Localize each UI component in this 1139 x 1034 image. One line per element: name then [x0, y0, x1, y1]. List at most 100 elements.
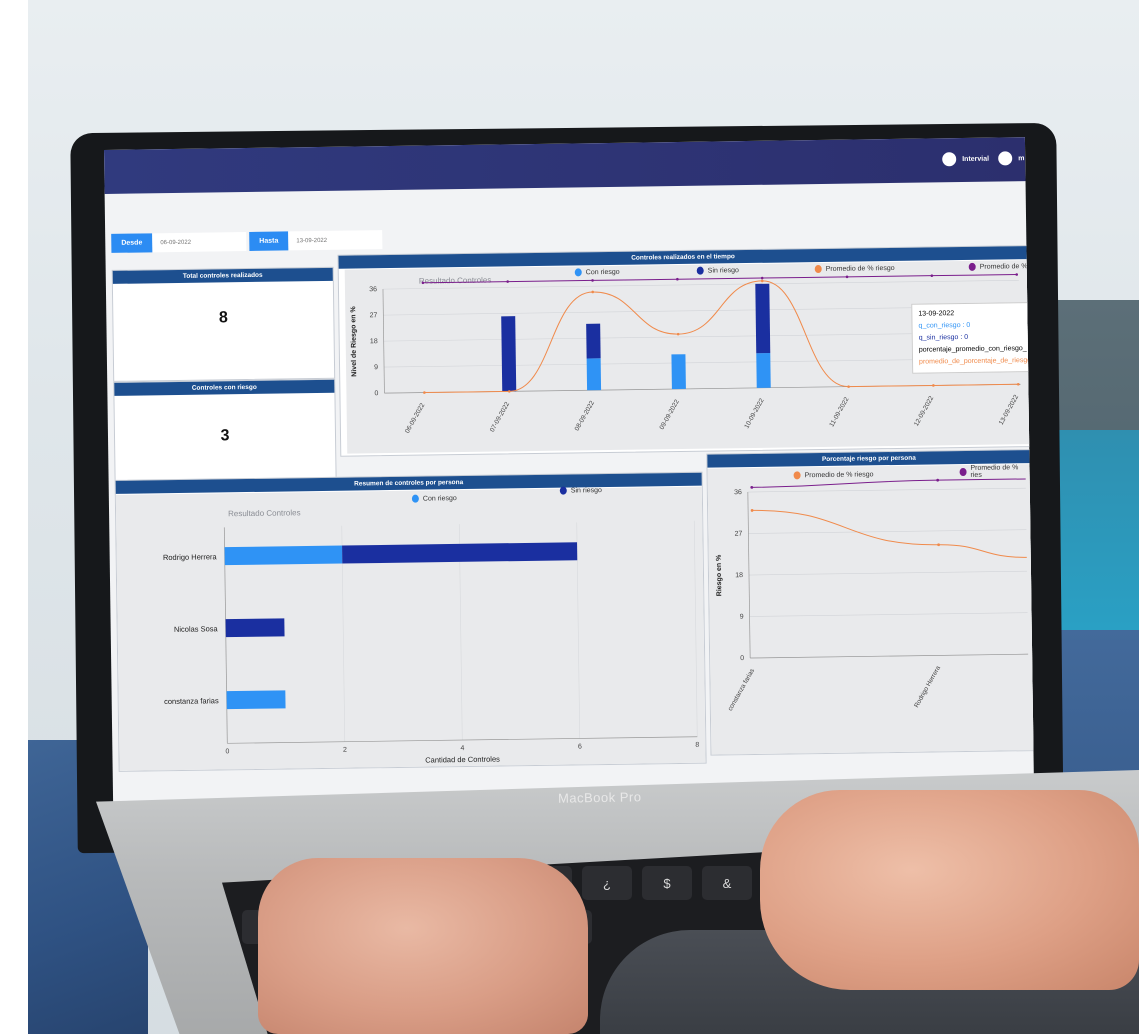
- line-point: [676, 277, 679, 281]
- x-tick-label: 09-09-2022: [658, 398, 681, 431]
- line-point: [930, 274, 934, 277]
- bar-1: [225, 618, 285, 638]
- grid-line: [748, 570, 1027, 576]
- line-point: [591, 290, 595, 294]
- x-tick-label: Rodrigo Herrera: [913, 665, 942, 709]
- y-tick-label: 18: [370, 338, 378, 345]
- line-point: [750, 509, 754, 512]
- x-tick-label: 10-09-2022: [743, 397, 766, 430]
- grid-line: [749, 612, 1028, 617]
- x-tick-label: 8: [695, 742, 699, 749]
- line-point: [750, 485, 754, 489]
- y-tick-label: 27: [369, 312, 377, 319]
- desde-label: Desde: [111, 233, 153, 253]
- y-axis-label: Nivel de Riesgo en %: [350, 306, 358, 377]
- bar-0: [756, 353, 771, 388]
- line-point: [421, 281, 425, 285]
- series-line-0: [752, 509, 1027, 558]
- bar-1: [501, 316, 517, 392]
- avatar: [998, 151, 1013, 166]
- x-tick-label: constanza farias: [727, 667, 757, 712]
- line-point: [591, 279, 594, 282]
- total-controls-card: Total controles realizados 8: [111, 266, 336, 382]
- line-point: [845, 275, 849, 279]
- tooltip-promedio: promedio_de_porcentaje_de_riesgo: [918, 357, 1032, 366]
- user-menu-intervial[interactable]: Intervial: [942, 152, 989, 167]
- y-tick-label: 36: [369, 286, 377, 293]
- bar-0: [226, 690, 286, 710]
- x-axis-label: Cantidad de Controles: [425, 755, 500, 765]
- line-point: [676, 332, 680, 336]
- bar-1: [342, 542, 578, 564]
- desde-input[interactable]: 06-09-2022: [152, 232, 247, 253]
- y-tick-label: 18: [735, 572, 743, 579]
- y-tick-label: 9: [374, 364, 378, 371]
- grid-line: [748, 529, 1027, 534]
- total-controls-value: 8: [218, 309, 228, 327]
- line-point: [760, 276, 764, 280]
- bar-0: [671, 354, 686, 390]
- left-margin: [0, 0, 28, 1034]
- line-point: [423, 391, 426, 394]
- line-point: [937, 543, 940, 547]
- line-point: [1015, 273, 1019, 276]
- y-tick-label: 0: [740, 655, 744, 662]
- line-point: [760, 279, 764, 283]
- bar-0: [224, 545, 343, 566]
- x-tick-label: 06-09-2022: [404, 402, 427, 435]
- hasta-label: Hasta: [249, 231, 289, 251]
- y-category-label: constanza farias: [164, 696, 219, 706]
- x-tick-label: 11-09-2022: [828, 396, 850, 428]
- line-point: [506, 280, 510, 283]
- line-point: [932, 384, 935, 387]
- y-category-label: Rodrigo Herrera: [163, 552, 218, 562]
- card-title: Controles con riesgo: [114, 379, 335, 396]
- bar-0: [586, 358, 602, 391]
- line-point: [847, 385, 850, 388]
- avatar: [942, 152, 957, 167]
- series-line-1: [751, 478, 1026, 488]
- line-point: [936, 478, 940, 482]
- key: &: [702, 866, 752, 900]
- risk-person-card: Porcentaje riesgo por persona Promedio d…: [706, 449, 1035, 756]
- x-tick-label: 6: [578, 743, 582, 750]
- grid-line: [576, 522, 581, 739]
- y-category-label: Nicolas Sosa: [174, 624, 219, 634]
- right-hand: [760, 790, 1139, 990]
- y-tick-label: 27: [735, 531, 743, 538]
- bar-1: [586, 323, 601, 359]
- grid-line: [747, 487, 1026, 493]
- y-tick-label: 0: [374, 390, 378, 397]
- user-menu-second[interactable]: m: [998, 151, 1025, 166]
- x-tick-label: 08-09-2022: [574, 399, 597, 432]
- key: ¿: [582, 866, 632, 900]
- chart3-svg: Riesgo en % 0 9 18 27 36 constanza farias Rodri…: [716, 478, 1029, 712]
- cushion: [1052, 430, 1139, 630]
- chart2-svg: 0 2 4 6 8 Cantidad de Controles Rodrigo Herrer…: [163, 520, 699, 765]
- hasta-input[interactable]: 13-09-2022: [288, 230, 383, 251]
- key: $: [642, 866, 692, 900]
- bar-1: [755, 283, 771, 354]
- y-axis-label: Riesgo en %: [716, 554, 724, 596]
- hasta-filter: Hasta 13-09-2022: [249, 230, 383, 251]
- grid-line: [693, 520, 698, 737]
- photo-scene: Intervial m Desde 06-09-2022 Hasta 13-09…: [0, 0, 1139, 1034]
- dashboard-screen: Intervial m Desde 06-09-2022 Hasta 13-09…: [104, 137, 1035, 810]
- laptop-brand: MacBook Pro: [557, 789, 642, 806]
- user-name: Intervial: [962, 155, 990, 163]
- summary-person-card: Resumen de controles por persona Resulta…: [114, 471, 707, 772]
- x-tick-label: 0: [225, 748, 229, 755]
- x-tick-label: 2: [343, 747, 347, 754]
- y-tick-label: 9: [740, 614, 744, 621]
- x-tick-label: 12-09-2022: [913, 395, 936, 428]
- card-title: Total controles realizados: [112, 267, 333, 284]
- left-hand: [258, 858, 588, 1034]
- y-tick-label: 36: [734, 489, 742, 496]
- risk-controls-value: 3: [220, 427, 230, 445]
- x-axis: [750, 653, 1029, 659]
- chart-tooltip: 13-09-2022 q_con_riesgo : 0 q_sin_riesgo…: [911, 301, 1035, 374]
- line-point: [1016, 382, 1020, 386]
- x-tick-label: 13-09-2022: [998, 393, 1021, 426]
- controls-time-card: Controles realizados en el tiempo Result…: [337, 245, 1035, 457]
- user-name: m: [1018, 154, 1025, 162]
